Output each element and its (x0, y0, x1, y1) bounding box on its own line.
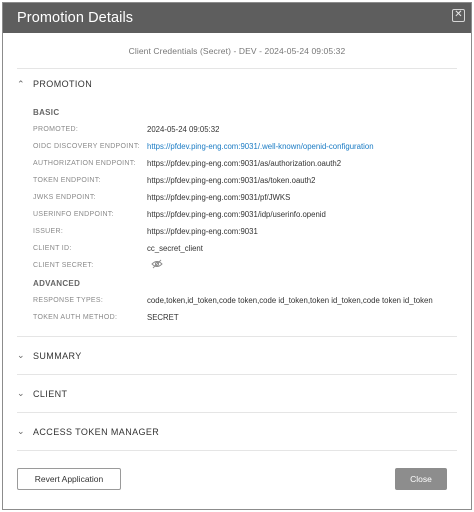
field-label: OIDC DISCOVERY ENDPOINT: (33, 143, 140, 150)
field-value: cc_secret_client (147, 244, 203, 253)
close-icon[interactable]: ✕ (452, 8, 465, 22)
section-atm-header[interactable]: ⌄ ACCESS TOKEN MANAGER (17, 413, 457, 451)
field-issuer: ISSUER: https://pfdev.ping-eng.com:9031 (33, 223, 457, 240)
field-value: https://pfdev.ping-eng.com:9031 (147, 227, 258, 236)
field-value: https://pfdev.ping-eng.com:9031/as/autho… (147, 159, 342, 168)
field-client-secret: CLIENT SECRET: (33, 257, 457, 274)
field-token-auth-method: TOKEN AUTH METHOD: SECRET (33, 309, 457, 326)
field-client-id: CLIENT ID: cc_secret_client (33, 240, 457, 257)
field-value: SECRET (147, 313, 179, 322)
dialog-footer: Revert Application Close (3, 449, 471, 509)
field-value: https://pfdev.ping-eng.com:9031/idp/user… (147, 210, 326, 219)
field-value: https://pfdev.ping-eng.com:9031/as/token… (147, 176, 316, 185)
field-label: TOKEN ENDPOINT: (33, 177, 101, 184)
field-label: AUTHORIZATION ENDPOINT: (33, 160, 136, 167)
field-authorization-endpoint: AUTHORIZATION ENDPOINT: https://pfdev.pi… (33, 155, 457, 172)
field-label: ISSUER: (33, 228, 64, 235)
field-label: USERINFO ENDPOINT: (33, 211, 114, 218)
field-label: JWKS ENDPOINT: (33, 194, 96, 201)
field-label: CLIENT SECRET: (33, 262, 94, 269)
promotion-body: BASIC PROMOTED: 2024-05-24 09:05:32 OIDC… (17, 99, 457, 337)
field-value: 2024-05-24 09:05:32 (147, 125, 220, 134)
chevron-up-icon: ⌃ (17, 78, 25, 89)
dialog-subtitle: Client Credentials (Secret) - DEV - 2024… (128, 45, 346, 56)
field-promoted: PROMOTED: 2024-05-24 09:05:32 (33, 121, 457, 138)
revert-application-button[interactable]: Revert Application (17, 468, 121, 490)
section-summary-label: SUMMARY (33, 350, 82, 361)
field-token-endpoint: TOKEN ENDPOINT: https://pfdev.ping-eng.c… (33, 172, 457, 189)
dialog-title: Promotion Details (17, 10, 134, 26)
field-oidc-discovery-endpoint: OIDC DISCOVERY ENDPOINT: https://pfdev.p… (33, 138, 457, 155)
section-client-header[interactable]: ⌄ CLIENT (17, 375, 457, 413)
dialog-content: ⌃ PROMOTION BASIC PROMOTED: 2024-05-24 0… (3, 69, 471, 451)
advanced-group-title: ADVANCED (33, 278, 81, 288)
field-jwks-endpoint: JWKS ENDPOINT: https://pfdev.ping-eng.co… (33, 189, 457, 206)
section-summary-header[interactable]: ⌄ SUMMARY (17, 337, 457, 375)
chevron-down-icon: ⌄ (17, 350, 25, 360)
chevron-down-icon: ⌄ (17, 426, 25, 436)
section-promotion-header[interactable]: ⌃ PROMOTION (17, 69, 457, 99)
field-label: PROMOTED: (33, 126, 79, 133)
dialog-titlebar: Promotion Details ✕ (3, 3, 471, 33)
section-promotion-label: PROMOTION (33, 79, 93, 89)
eye-slash-icon[interactable] (147, 259, 163, 272)
section-atm-label: ACCESS TOKEN MANAGER (33, 426, 160, 437)
close-button[interactable]: Close (395, 468, 447, 490)
field-label: TOKEN AUTH METHOD: (33, 314, 118, 321)
field-response-types: RESPONSE TYPES: code,token,id_token,code… (33, 292, 457, 309)
field-label: RESPONSE TYPES: (33, 297, 104, 304)
field-userinfo-endpoint: USERINFO ENDPOINT: https://pfdev.ping-en… (33, 206, 457, 223)
promotion-details-dialog: Promotion Details ✕ Client Credentials (… (2, 2, 472, 510)
section-client-label: CLIENT (33, 388, 68, 399)
basic-group-title: BASIC (33, 107, 60, 117)
oidc-discovery-link[interactable]: https://pfdev.ping-eng.com:9031/.well-kn… (147, 142, 374, 151)
field-value: code,token,id_token,code token,code id_t… (147, 296, 433, 305)
subtitle-row: Client Credentials (Secret) - DEV - 2024… (17, 33, 457, 69)
chevron-down-icon: ⌄ (17, 388, 25, 398)
field-label: CLIENT ID: (33, 245, 72, 252)
field-value: https://pfdev.ping-eng.com:9031/pf/JWKS (147, 193, 291, 202)
